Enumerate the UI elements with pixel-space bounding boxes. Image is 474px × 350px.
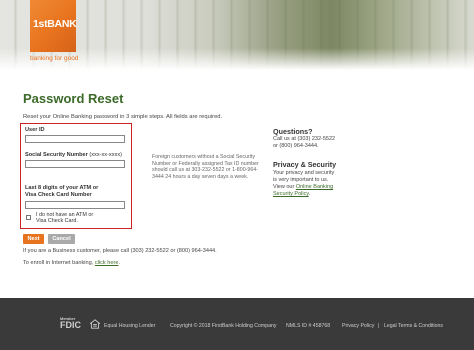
- tagline: banking for good: [30, 55, 79, 62]
- privacy-heading: Privacy & Security: [273, 160, 337, 169]
- copyright-text: Copyright © 2018 FirstBank Holding Compa…: [170, 323, 277, 329]
- questions-heading: Questions?: [273, 127, 313, 136]
- card-label-line2: Visa Check Card Number: [25, 192, 92, 198]
- footer-separator: |: [378, 323, 380, 329]
- fdic-text: FDIC: [60, 320, 81, 330]
- user-id-label: User ID: [25, 127, 45, 133]
- card-number-input[interactable]: [25, 201, 125, 209]
- equal-housing-text: Equal Housing Lender: [104, 323, 156, 329]
- privacy-line2: is very important to us.: [273, 177, 329, 183]
- enroll-note: To enroll in Internet banking, click her…: [23, 260, 120, 266]
- intro-text: Reset your Online Banking password in 3 …: [23, 114, 223, 120]
- ssn-label: Social Security Number (xxx-xx-xxxx): [25, 152, 122, 158]
- security-policy-link-part2[interactable]: Security Policy: [273, 191, 309, 197]
- equal-housing-icon: [90, 319, 100, 329]
- ssn-input[interactable]: [25, 160, 125, 168]
- cancel-button[interactable]: Cancel: [48, 234, 75, 244]
- password-reset-form: User ID Social Security Number (xxx-xx-x…: [20, 123, 132, 229]
- business-customer-note: If you are a Business customer, please c…: [23, 248, 217, 254]
- page-title: Password Reset: [23, 91, 124, 106]
- firstbank-logo[interactable]: 1stBANK: [30, 0, 77, 52]
- no-card-label-line1: I do not have an ATM or: [36, 212, 94, 218]
- privacy-policy-link[interactable]: Privacy Policy: [342, 323, 374, 329]
- questions-line1: Call us at (303) 232-5522: [273, 136, 336, 142]
- no-card-checkbox[interactable]: [26, 215, 31, 220]
- next-button[interactable]: Next: [23, 234, 44, 244]
- logo-text: 1stBANK: [33, 18, 77, 30]
- privacy-view-our: View our: [273, 184, 295, 190]
- enroll-link[interactable]: click here: [95, 260, 119, 266]
- foreign-customers-note: Foreign customers without a Social Secur…: [152, 154, 259, 180]
- privacy-line4: Security Policy.: [273, 191, 310, 198]
- privacy-period: .: [308, 191, 311, 197]
- enroll-text: To enroll in Internet banking,: [23, 260, 94, 266]
- privacy-line3: View our Online Banking: [273, 184, 333, 191]
- no-card-label: I do not have an ATM or Visa Check Card.: [36, 212, 93, 225]
- questions-line2: or (800) 964-3444.: [273, 143, 319, 149]
- ssn-format-hint: (xxx-xx-xxxx): [89, 152, 122, 158]
- no-card-label-line2: Visa Check Card.: [36, 218, 78, 225]
- legal-terms-link[interactable]: Legal Terms & Conditions: [384, 323, 443, 329]
- ssn-label-text: Social Security Number: [25, 152, 88, 158]
- fdic-logo: Member FDIC: [60, 316, 81, 330]
- user-id-input[interactable]: [25, 135, 125, 143]
- page-footer: Member FDIC Equal Housing Lender Copyrig…: [0, 298, 474, 350]
- security-policy-link-part1[interactable]: Online Banking: [296, 184, 333, 190]
- card-label-line1: Last 8 digits of your ATM or: [25, 185, 99, 191]
- privacy-line1: Your privacy and security: [273, 170, 335, 176]
- enroll-period: .: [118, 260, 121, 266]
- nmls-text: NMLS ID # 458768: [286, 323, 331, 329]
